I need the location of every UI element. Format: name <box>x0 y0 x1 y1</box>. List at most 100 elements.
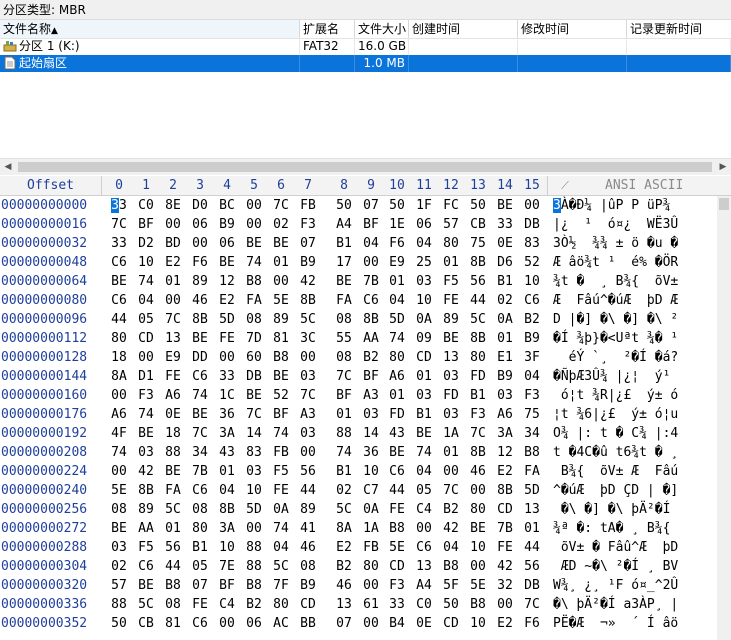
hex-byte[interactable]: 00 <box>133 348 159 367</box>
ansi-text[interactable]: õV± � Fâû^Æ þD <box>553 538 678 557</box>
hex-byte[interactable]: 00 <box>465 557 491 576</box>
hex-byte[interactable]: 18 <box>106 348 132 367</box>
hex-byte[interactable]: 8B <box>492 481 518 500</box>
hex-byte[interactable]: 80 <box>465 348 491 367</box>
hex-byte[interactable]: B2 <box>358 348 384 367</box>
hex-byte[interactable]: FB <box>358 538 384 557</box>
hex-byte[interactable]: A4 <box>331 215 357 234</box>
hex-byte[interactable]: 7C <box>519 595 545 614</box>
hex-byte[interactable]: E1 <box>492 348 518 367</box>
hex-byte[interactable]: 07 <box>295 234 321 253</box>
hex-byte[interactable]: FB <box>295 196 321 215</box>
hex-byte[interactable]: BF <box>358 367 384 386</box>
hex-byte[interactable]: 0E <box>411 614 437 633</box>
hex-byte[interactable]: 8B <box>465 329 491 348</box>
hex-byte[interactable]: 8E <box>160 196 186 215</box>
hex-byte[interactable]: 7C <box>160 310 186 329</box>
hex-byte[interactable]: 00 <box>519 196 545 215</box>
hex-byte[interactable]: 8B <box>465 443 491 462</box>
hex-byte[interactable]: C4 <box>411 500 437 519</box>
hex-byte[interactable]: 33 <box>106 234 132 253</box>
hex-byte[interactable]: 46 <box>331 576 357 595</box>
hex-byte[interactable]: 81 <box>268 329 294 348</box>
hex-byte[interactable]: BF <box>214 576 240 595</box>
hex-byte[interactable]: BE <box>384 443 410 462</box>
ansi-text[interactable]: �\ þÄ²�Í a3ÀP¸ | <box>553 595 678 614</box>
hex-byte[interactable]: 04 <box>384 291 410 310</box>
hex-byte[interactable]: 00 <box>295 348 321 367</box>
hex-byte[interactable]: B2 <box>438 500 464 519</box>
hex-byte[interactable]: BD <box>160 234 186 253</box>
hex-byte[interactable]: B8 <box>438 557 464 576</box>
ansi-text[interactable]: éÝ `¸ ²�Í �á? <box>553 348 679 367</box>
hex-byte[interactable]: 33 <box>384 595 410 614</box>
hex-byte[interactable]: 46 <box>465 462 491 481</box>
hex-byte[interactable]: 5D <box>241 500 267 519</box>
ansi-text[interactable]: O¾ |: t � C¾ |:4 <box>553 424 678 443</box>
hex-byte[interactable]: 43 <box>214 443 240 462</box>
hex-byte[interactable]: FA <box>241 291 267 310</box>
ansi-text[interactable]: ¾t � ¸ B¾{ õV± <box>553 272 686 291</box>
hex-byte[interactable]: 10 <box>358 462 384 481</box>
hex-byte[interactable]: 50 <box>438 595 464 614</box>
hex-byte[interactable]: E2 <box>331 538 357 557</box>
hex-byte[interactable]: 5E <box>268 291 294 310</box>
hex-byte[interactable]: 57 <box>106 576 132 595</box>
ansi-text[interactable]: ó¦t ¾R|¿£ ý± ó <box>553 386 678 405</box>
hex-byte[interactable]: E9 <box>384 253 410 272</box>
hex-byte[interactable]: 88 <box>241 538 267 557</box>
hex-byte[interactable]: FE <box>214 329 240 348</box>
hex-byte[interactable]: 03 <box>438 405 464 424</box>
hex-byte[interactable]: 10 <box>519 272 545 291</box>
hex-byte[interactable]: BE <box>214 253 240 272</box>
hex-byte[interactable]: 44 <box>295 481 321 500</box>
hex-byte[interactable]: 17 <box>331 253 357 272</box>
hex-byte[interactable]: 03 <box>241 462 267 481</box>
hex-byte[interactable]: 3F <box>519 348 545 367</box>
hex-byte[interactable]: 03 <box>438 367 464 386</box>
hex-byte[interactable]: 03 <box>133 443 159 462</box>
hex-byte[interactable]: 03 <box>411 272 437 291</box>
hex-byte[interactable]: 88 <box>241 557 267 576</box>
hex-byte[interactable]: F6 <box>187 253 213 272</box>
hex-byte[interactable]: 03 <box>295 424 321 443</box>
hex-byte[interactable]: 83 <box>241 443 267 462</box>
hex-byte[interactable]: 04 <box>519 367 545 386</box>
hex-byte[interactable]: 42 <box>133 462 159 481</box>
hex-byte[interactable]: 00 <box>160 291 186 310</box>
hex-byte[interactable]: B4 <box>384 614 410 633</box>
hex-byte[interactable]: 33 <box>492 215 518 234</box>
hex-byte[interactable]: E2 <box>492 462 518 481</box>
hex-byte[interactable]: F3 <box>519 386 545 405</box>
hex-byte[interactable]: B8 <box>160 576 186 595</box>
hex-byte[interactable]: 7D <box>241 329 267 348</box>
hex-byte[interactable]: 18 <box>160 424 186 443</box>
hex-byte[interactable]: 00 <box>241 215 267 234</box>
hex-byte[interactable]: 5E <box>106 481 132 500</box>
hex-byte[interactable]: 00 <box>492 595 518 614</box>
hex-byte[interactable]: 46 <box>187 291 213 310</box>
ansi-text[interactable]: �\ �] �\ þÄ²�Í <box>553 500 678 519</box>
hex-byte[interactable]: AA <box>133 519 159 538</box>
hex-byte[interactable]: 60 <box>241 348 267 367</box>
hex-byte[interactable]: 07 <box>358 196 384 215</box>
hex-byte[interactable]: 74 <box>411 443 437 462</box>
hex-byte[interactable]: 0A <box>411 310 437 329</box>
hex-byte[interactable]: 03 <box>492 386 518 405</box>
ansi-text[interactable]: �ÑþÆ3Û¾ |¿¦ ý¹ <box>553 367 678 386</box>
hex-byte[interactable]: 8B <box>187 310 213 329</box>
hex-byte[interactable]: 88 <box>160 443 186 462</box>
hex-byte[interactable]: 10 <box>465 614 491 633</box>
hex-byte[interactable]: 75 <box>519 405 545 424</box>
hex-byte[interactable]: 74 <box>187 386 213 405</box>
hex-byte[interactable]: 80 <box>384 348 410 367</box>
hex-byte[interactable]: 13 <box>331 595 357 614</box>
hex-byte[interactable]: 7C <box>187 424 213 443</box>
hex-byte[interactable]: AC <box>268 614 294 633</box>
hex-byte[interactable]: 44 <box>519 538 545 557</box>
hex-byte[interactable]: FA <box>160 481 186 500</box>
hex-byte[interactable]: 04 <box>214 481 240 500</box>
hex-byte[interactable]: 01 <box>384 272 410 291</box>
hex-byte[interactable]: BE <box>187 405 213 424</box>
hex-byte[interactable]: 89 <box>187 272 213 291</box>
